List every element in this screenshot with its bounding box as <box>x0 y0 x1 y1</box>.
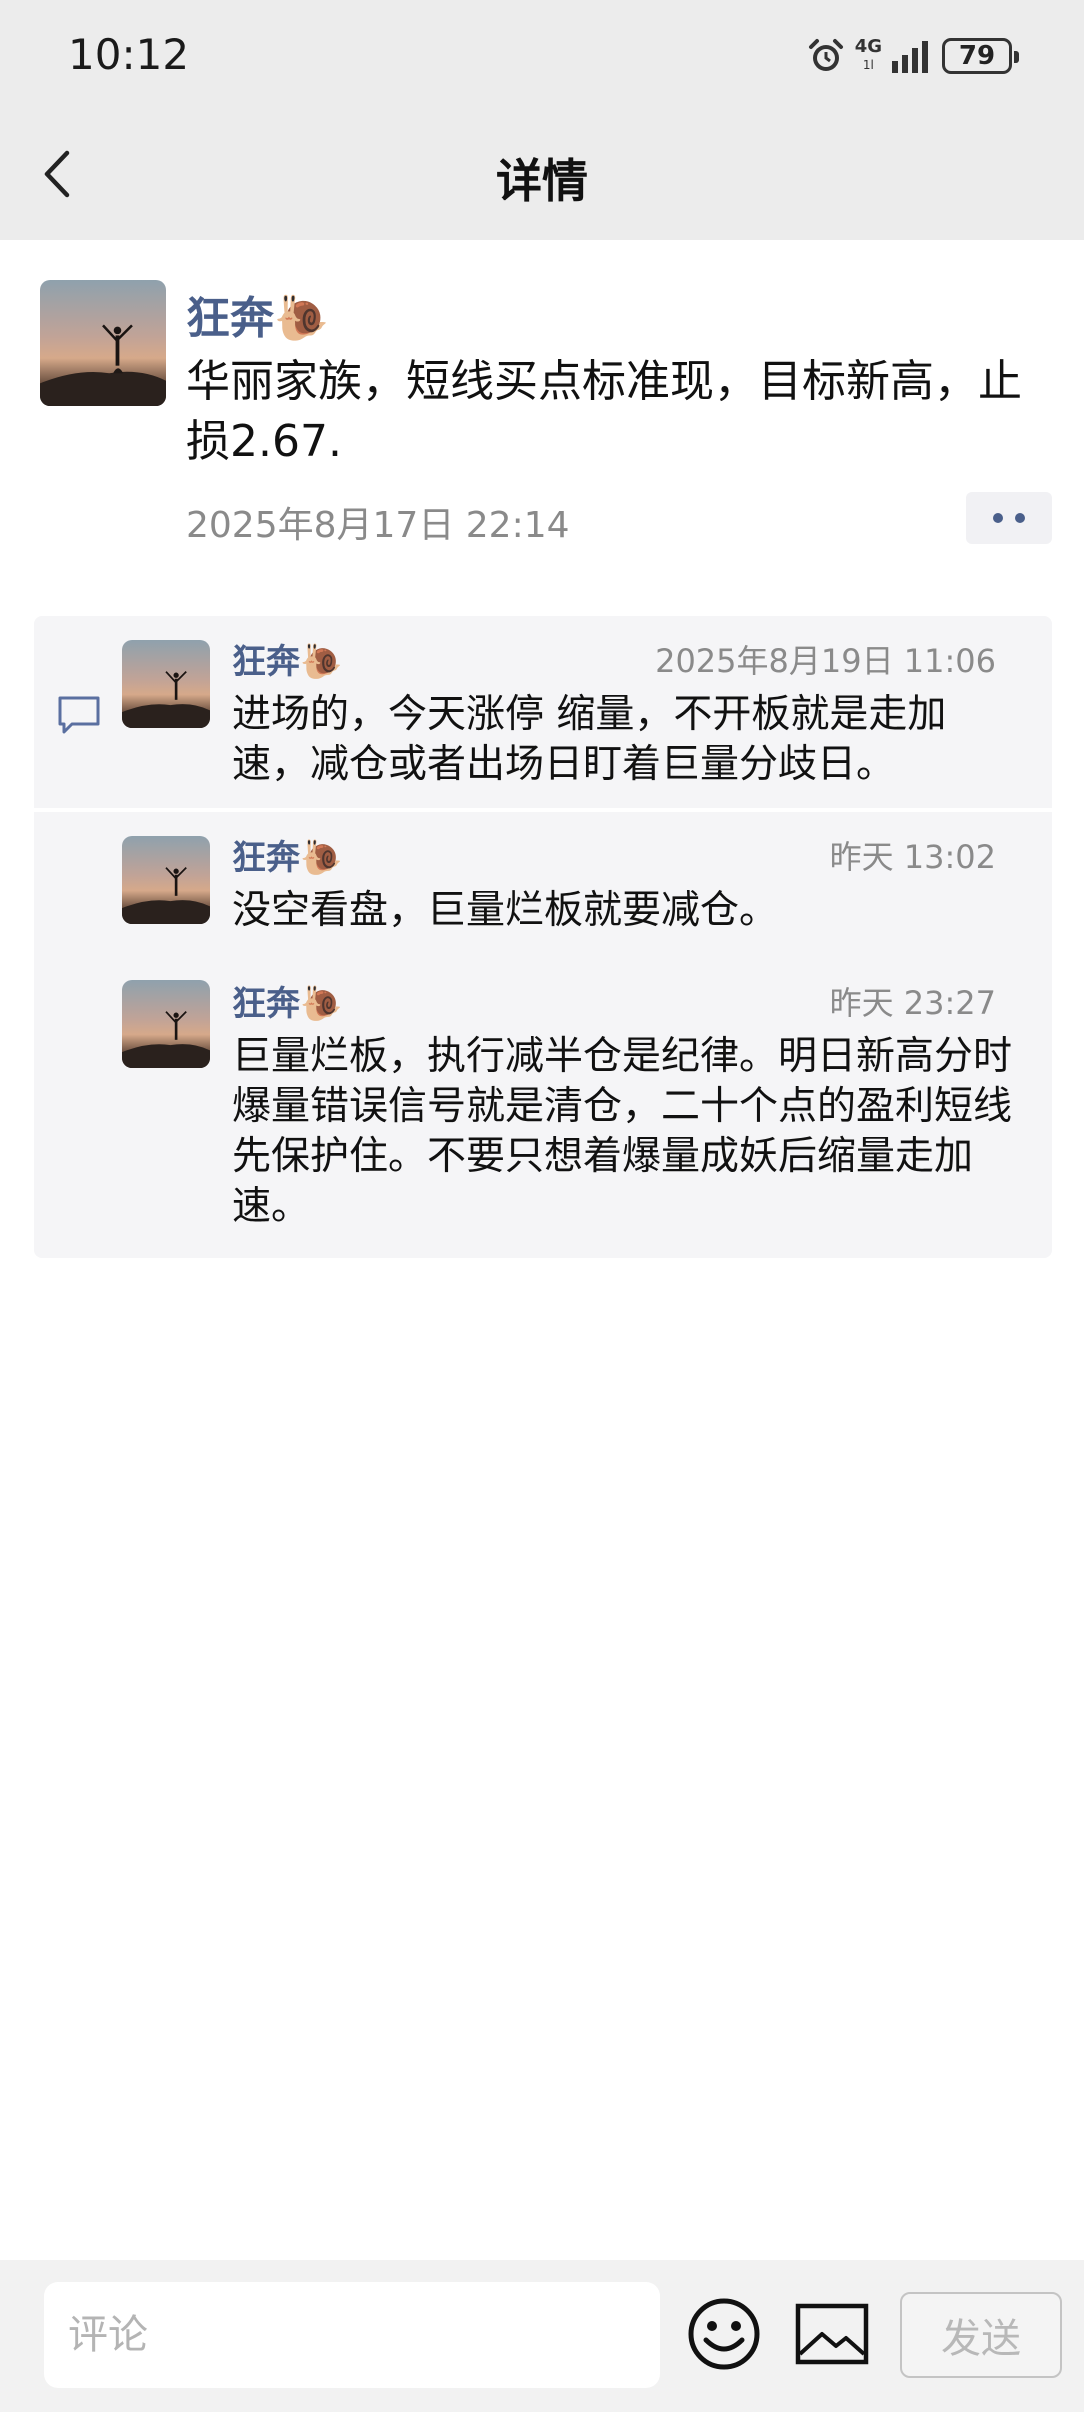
page-title: 详情 <box>496 154 588 208</box>
post-text: 华丽家族，短线买点标准现，目标新高，止损2.67. <box>186 356 1022 467</box>
comment-author[interactable]: 狂奔🐌 <box>232 830 342 879</box>
comment-avatar[interactable] <box>122 836 210 924</box>
status-icons: 4G 1l 79 <box>807 32 1019 80</box>
signal-icon <box>892 41 928 73</box>
more-dot-icon <box>1015 513 1025 523</box>
network-type: 4G <box>854 36 882 57</box>
comment-time: 2025年8月19日 11:06 <box>655 642 996 680</box>
comment-time: 昨天 23:27 <box>829 984 996 1022</box>
comment-text: 没空看盘，巨量烂板就要减仓。 <box>232 888 779 933</box>
more-dot-icon <box>993 513 1003 523</box>
comment-text: 进场的，今天涨停 缩量，不开板就是走加速，减仓或者出场日盯着巨量分歧日。 <box>232 692 947 787</box>
post-author[interactable]: 狂奔🐌 <box>186 282 329 346</box>
emoji-icon[interactable] <box>686 2296 762 2372</box>
post-time: 2025年8月17日 22:14 <box>186 505 570 546</box>
network-indicator: 4G 1l <box>855 38 882 74</box>
avatar-image <box>122 671 210 728</box>
comment-author[interactable]: 狂奔🐌 <box>232 634 342 683</box>
battery-icon: 79 <box>942 38 1019 74</box>
comment-avatar[interactable] <box>122 640 210 728</box>
network-sub: 1l <box>862 58 874 72</box>
send-button[interactable]: 发送 <box>900 2292 1062 2378</box>
divider <box>34 808 1052 812</box>
comment-bubble-icon <box>58 696 100 734</box>
avatar-image <box>122 1011 210 1068</box>
alarm-icon <box>808 39 843 71</box>
comment-time: 昨天 13:02 <box>829 838 996 876</box>
comment-avatar[interactable] <box>122 980 210 1068</box>
comment-text: 巨量烂板，执行减半仓是纪律。明日新高分时爆量错误信号就是清仓，二十个点的盈利短线… <box>232 1034 1013 1229</box>
image-icon[interactable] <box>794 2302 870 2366</box>
avatar-image <box>40 324 166 406</box>
avatar[interactable] <box>40 280 166 406</box>
more-button[interactable] <box>966 492 1052 544</box>
status-time: 10:12 <box>68 30 190 79</box>
comment-input[interactable] <box>44 2282 660 2388</box>
avatar-image <box>122 867 210 924</box>
comment-author[interactable]: 狂奔🐌 <box>232 976 342 1025</box>
